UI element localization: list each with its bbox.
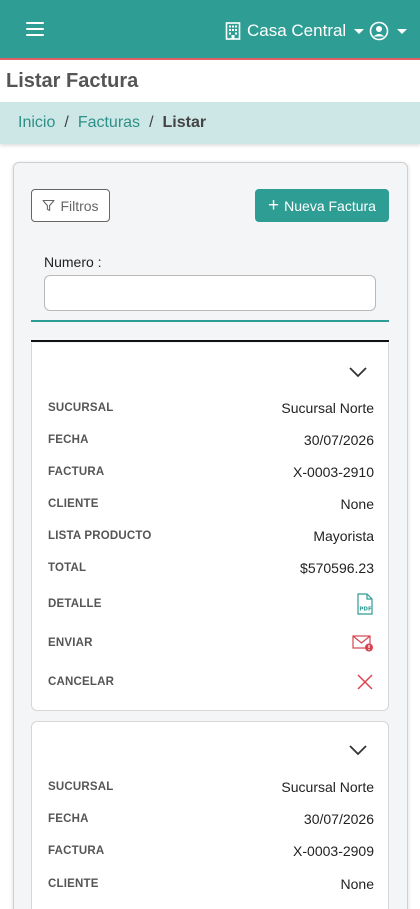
field-label: TOTAL xyxy=(48,562,87,574)
breadcrumb-separator: / xyxy=(149,114,154,131)
breadcrumb-current: Listar xyxy=(162,114,207,131)
invoice-row-total: TOTAL $570596.23 xyxy=(48,557,374,579)
filters-label: Filtros xyxy=(60,197,99,214)
chevron-down-icon[interactable] xyxy=(348,743,368,757)
invoice-row-sucursal: SUCURSAL Sucursal Norte xyxy=(48,397,374,419)
field-label: DETALLE xyxy=(48,598,102,610)
breadcrumb-separator: / xyxy=(64,114,69,131)
cliente-value: None xyxy=(340,496,374,512)
invoice-row-cancelar: CANCELAR xyxy=(48,671,374,693)
invoice-row-cliente: CLIENTE None xyxy=(48,873,374,895)
field-label: FACTURA xyxy=(48,845,105,857)
numero-label: Numero : xyxy=(44,254,102,270)
field-label: SUCURSAL xyxy=(48,781,114,793)
svg-text:PDF: PDF xyxy=(359,607,372,613)
pdf-icon[interactable]: PDF xyxy=(356,593,374,615)
sucursal-value: Sucursal Norte xyxy=(281,779,374,795)
invoice-row-sucursal: SUCURSAL Sucursal Norte xyxy=(48,776,374,798)
breadcrumb-inicio[interactable]: Inicio xyxy=(18,114,55,132)
invoice-row-detalle: DETALLE PDF xyxy=(48,593,374,615)
field-label: CANCELAR xyxy=(48,676,115,688)
invoice-row-lista-producto: LISTA PRODUCTO Mayorista xyxy=(48,525,374,547)
cliente-value: None xyxy=(340,876,374,892)
filters-button[interactable]: Filtros xyxy=(31,189,110,222)
field-label: FACTURA xyxy=(48,466,105,478)
branch-name: Casa Central xyxy=(247,21,347,40)
total-value: $570596.23 xyxy=(300,560,374,576)
top-navbar: Casa Central xyxy=(0,0,420,60)
breadcrumb: Inicio / Facturas / Listar xyxy=(0,102,420,144)
invoice-row-enviar: ENVIAR xyxy=(48,632,374,654)
building-icon xyxy=(225,22,241,40)
invoice-row-factura: FACTURA X-0003-2910 xyxy=(48,461,374,483)
invoice-row-fecha: FECHA 30/07/2026 xyxy=(48,808,374,830)
close-icon[interactable] xyxy=(356,673,374,691)
fecha-value: 30/07/2026 xyxy=(303,811,374,827)
field-label: CLIENTE xyxy=(48,498,99,510)
factura-value: X-0003-2910 xyxy=(293,464,374,480)
user-menu[interactable] xyxy=(369,20,407,42)
invoice-row-factura: FACTURA X-0003-2909 xyxy=(48,840,374,862)
lista-producto-value: Mayorista xyxy=(313,528,374,544)
field-label: LISTA PRODUCTO xyxy=(48,530,152,542)
envelope-alert-icon[interactable] xyxy=(352,634,374,652)
field-label: SUCURSAL xyxy=(48,402,114,414)
invoice-row-cliente: CLIENTE None xyxy=(48,493,374,515)
invoice-card: SUCURSAL Sucursal Norte FECHA 30/07/2026… xyxy=(31,343,389,711)
divider xyxy=(31,320,389,322)
breadcrumb-facturas[interactable]: Facturas xyxy=(78,114,140,132)
fecha-value: 30/07/2026 xyxy=(303,432,374,448)
field-label: FECHA xyxy=(48,813,89,825)
invoice-card: SUCURSAL Sucursal Norte FECHA 30/07/2026… xyxy=(31,721,389,909)
factura-value: X-0003-2909 xyxy=(293,843,374,859)
chevron-down-icon[interactable] xyxy=(348,365,368,379)
chevron-down-icon xyxy=(354,28,365,34)
invoice-row-fecha: FECHA 30/07/2026 xyxy=(48,429,374,451)
chevron-down-icon xyxy=(397,28,407,34)
branch-selector[interactable]: Casa Central xyxy=(225,19,365,43)
divider xyxy=(31,340,389,342)
new-invoice-button[interactable]: + Nueva Factura xyxy=(255,189,389,222)
hamburger-icon[interactable] xyxy=(26,22,44,36)
filter-icon xyxy=(42,199,55,212)
sucursal-value: Sucursal Norte xyxy=(281,400,374,416)
numero-input[interactable] xyxy=(44,275,376,311)
plus-icon: + xyxy=(268,195,280,216)
new-invoice-label: Nueva Factura xyxy=(284,197,376,214)
user-circle-icon xyxy=(369,21,389,41)
field-label: CLIENTE xyxy=(48,878,99,890)
field-label: FECHA xyxy=(48,434,89,446)
field-label: ENVIAR xyxy=(48,637,93,649)
page-title: Listar Factura xyxy=(6,70,139,92)
